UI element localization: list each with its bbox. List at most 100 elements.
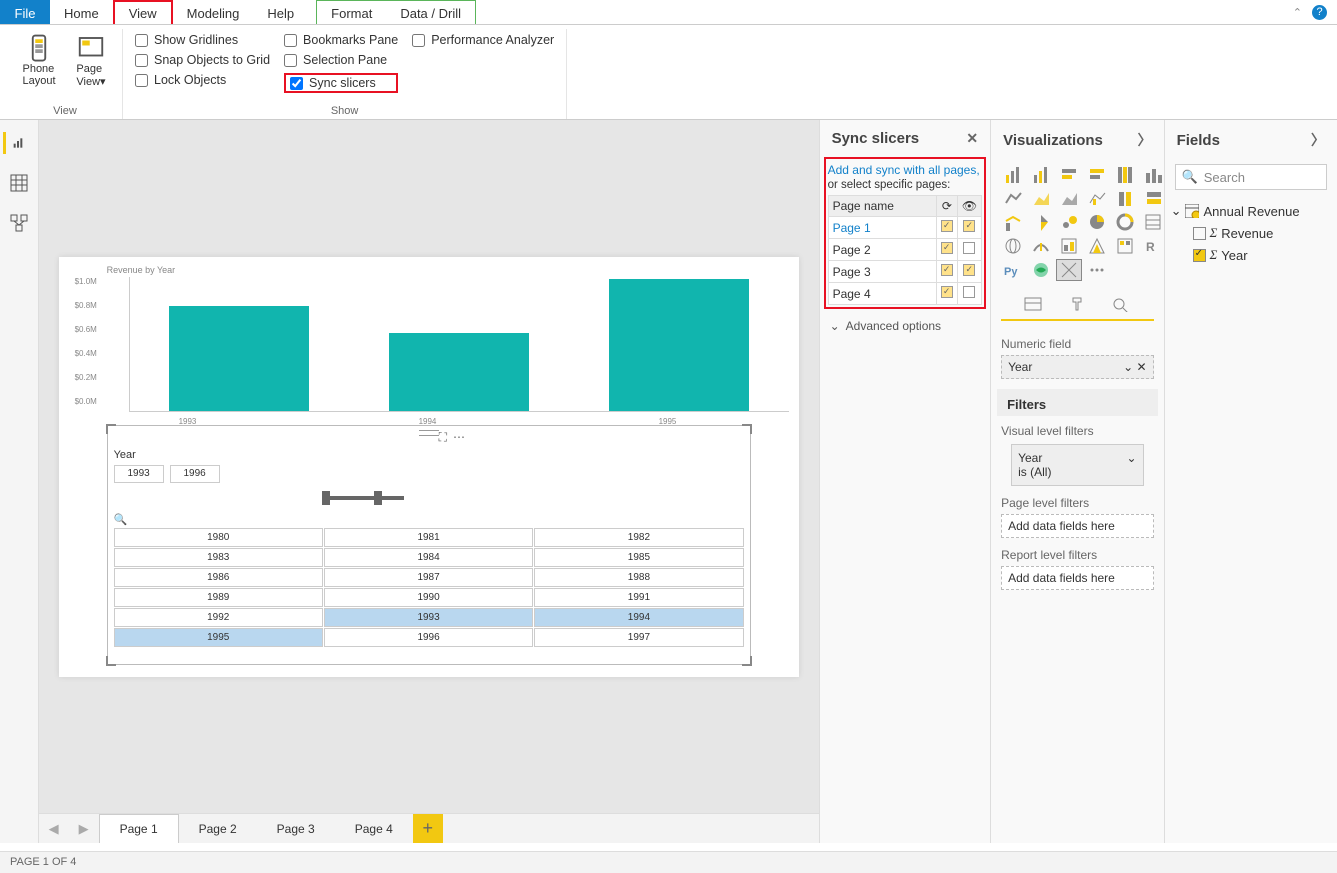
fields-search-input[interactable]: 🔍 Search bbox=[1175, 164, 1327, 190]
slicer-range-slider[interactable] bbox=[114, 489, 744, 507]
sync-checkbox[interactable] bbox=[941, 264, 953, 276]
year-cell[interactable]: 1988 bbox=[534, 568, 743, 587]
table-annual-revenue[interactable]: ⌄ Annual Revenue bbox=[1171, 200, 1331, 222]
year-cell[interactable]: 1984 bbox=[324, 548, 533, 567]
year-cell[interactable]: 1982 bbox=[534, 528, 743, 547]
viz-type-icon[interactable] bbox=[1001, 164, 1025, 184]
viz-type-icon[interactable] bbox=[1085, 188, 1109, 208]
visual-filter-card[interactable]: Year⌄ is (All) bbox=[1011, 444, 1143, 486]
year-cell[interactable]: 1997 bbox=[534, 628, 743, 647]
bar[interactable] bbox=[389, 333, 529, 411]
tab-format[interactable]: Format bbox=[317, 1, 386, 24]
close-sync-panel-button[interactable]: ✕ bbox=[966, 130, 978, 147]
slicer-search[interactable]: 🔍 bbox=[108, 511, 750, 528]
add-page-button[interactable]: + bbox=[413, 814, 443, 843]
year-cell[interactable]: 1995 bbox=[114, 628, 323, 647]
bar-chart[interactable]: Revenue by Year $1.0M $0.8M $0.6M $0.4M … bbox=[59, 257, 799, 432]
year-cell[interactable]: 1996 bbox=[324, 628, 533, 647]
visible-checkbox[interactable] bbox=[963, 264, 975, 276]
sync-page-name[interactable]: Page 4 bbox=[828, 283, 936, 305]
page-tab-3[interactable]: Page 3 bbox=[257, 814, 335, 843]
viz-type-icon[interactable] bbox=[1029, 164, 1053, 184]
slicer-from-input[interactable]: 1993 bbox=[114, 465, 164, 483]
viz-type-icon[interactable] bbox=[1141, 212, 1163, 232]
page-filter-well[interactable]: Add data fields here bbox=[1001, 514, 1153, 538]
year-cell[interactable]: 1990 bbox=[324, 588, 533, 607]
page-tab-1[interactable]: Page 1 bbox=[99, 814, 179, 843]
viz-type-icon[interactable] bbox=[1141, 188, 1163, 208]
tab-modeling[interactable]: Modeling bbox=[173, 0, 254, 24]
more-options-icon[interactable]: ⋯ bbox=[453, 430, 465, 445]
analytics-tab-icon[interactable] bbox=[1111, 296, 1131, 315]
check-lock-objects[interactable]: Lock Objects bbox=[135, 73, 270, 87]
year-cell[interactable]: 1987 bbox=[324, 568, 533, 587]
checkbox-icon[interactable] bbox=[1193, 249, 1206, 262]
page-tab-4[interactable]: Page 4 bbox=[335, 814, 413, 843]
tab-help[interactable]: Help bbox=[253, 0, 308, 24]
viz-type-icon[interactable] bbox=[1029, 236, 1053, 256]
page-view-button[interactable]: PageView▾ bbox=[66, 29, 116, 88]
viz-type-icon[interactable] bbox=[1141, 164, 1163, 184]
year-cell[interactable]: 1986 bbox=[114, 568, 323, 587]
collapse-fields-panel-button[interactable]: 〉 bbox=[1311, 130, 1325, 150]
bar[interactable] bbox=[609, 279, 749, 410]
viz-type-icon[interactable] bbox=[1057, 260, 1081, 280]
viz-type-icon[interactable] bbox=[1057, 212, 1081, 232]
viz-type-icon[interactable]: Py bbox=[1001, 260, 1025, 280]
fields-tab-icon[interactable] bbox=[1023, 296, 1043, 315]
year-cell[interactable]: 1994 bbox=[534, 608, 743, 627]
sync-all-pages-link[interactable]: Add and sync with all pages, bbox=[828, 161, 983, 179]
tab-view[interactable]: View bbox=[113, 0, 173, 24]
field-revenue[interactable]: Σ Revenue bbox=[1171, 222, 1331, 244]
viz-type-icon[interactable] bbox=[1057, 188, 1081, 208]
page-next-button[interactable]: ▶ bbox=[69, 814, 99, 843]
drag-handle-icon[interactable] bbox=[419, 430, 439, 436]
year-cell[interactable]: 1989 bbox=[114, 588, 323, 607]
check-selection-pane[interactable]: Selection Pane bbox=[284, 53, 398, 67]
year-cell[interactable]: 1992 bbox=[114, 608, 323, 627]
check-sync-slicers[interactable]: Sync slicers bbox=[284, 73, 398, 93]
viz-type-icon[interactable] bbox=[1113, 164, 1137, 184]
year-cell[interactable]: 1985 bbox=[534, 548, 743, 567]
visible-checkbox[interactable] bbox=[963, 220, 975, 232]
checkbox-icon[interactable] bbox=[1193, 227, 1206, 240]
report-view-icon[interactable] bbox=[3, 132, 25, 154]
check-show-gridlines[interactable]: Show Gridlines bbox=[135, 33, 270, 47]
sync-checkbox[interactable] bbox=[941, 220, 953, 232]
viz-type-icon[interactable] bbox=[1001, 188, 1025, 208]
collapse-viz-panel-button[interactable]: 〉 bbox=[1138, 130, 1152, 150]
model-view-icon[interactable] bbox=[8, 212, 30, 234]
viz-type-icon[interactable] bbox=[1029, 188, 1053, 208]
sync-checkbox[interactable] bbox=[941, 242, 953, 254]
visible-checkbox[interactable] bbox=[963, 286, 975, 298]
format-tab-icon[interactable] bbox=[1067, 296, 1087, 315]
advanced-options-toggle[interactable]: ⌄ Advanced options bbox=[820, 309, 991, 343]
sync-page-name[interactable]: Page 3 bbox=[828, 261, 936, 283]
check-performance-analyzer[interactable]: Performance Analyzer bbox=[412, 33, 554, 47]
year-cell[interactable]: 1991 bbox=[534, 588, 743, 607]
data-view-icon[interactable] bbox=[8, 172, 30, 194]
viz-type-icon[interactable] bbox=[1085, 164, 1109, 184]
year-cell[interactable]: 1983 bbox=[114, 548, 323, 567]
viz-type-icon[interactable] bbox=[1057, 164, 1081, 184]
year-cell[interactable]: 1993 bbox=[324, 608, 533, 627]
viz-type-icon[interactable] bbox=[1029, 260, 1053, 280]
viz-type-icon[interactable] bbox=[1085, 212, 1109, 232]
check-bookmarks-pane[interactable]: Bookmarks Pane bbox=[284, 33, 398, 47]
page-tab-2[interactable]: Page 2 bbox=[179, 814, 257, 843]
sync-page-name[interactable]: Page 2 bbox=[828, 239, 936, 261]
help-icon[interactable]: ? bbox=[1312, 5, 1327, 20]
viz-type-icon[interactable] bbox=[1057, 236, 1081, 256]
viz-type-icon[interactable] bbox=[1113, 188, 1137, 208]
year-cell[interactable]: 1981 bbox=[324, 528, 533, 547]
focus-mode-icon[interactable]: ⛶ bbox=[439, 430, 447, 445]
sync-page-name[interactable]: Page 1 bbox=[828, 217, 936, 239]
slicer-to-input[interactable]: 1996 bbox=[170, 465, 220, 483]
viz-type-icon[interactable]: R bbox=[1141, 236, 1163, 256]
slider-handle-left[interactable] bbox=[322, 491, 330, 505]
bar[interactable] bbox=[169, 306, 309, 411]
slider-handle-right[interactable] bbox=[374, 491, 382, 505]
viz-type-icon[interactable] bbox=[1001, 236, 1025, 256]
viz-type-icon[interactable] bbox=[1113, 212, 1137, 232]
phone-layout-button[interactable]: PhoneLayout bbox=[14, 29, 64, 87]
